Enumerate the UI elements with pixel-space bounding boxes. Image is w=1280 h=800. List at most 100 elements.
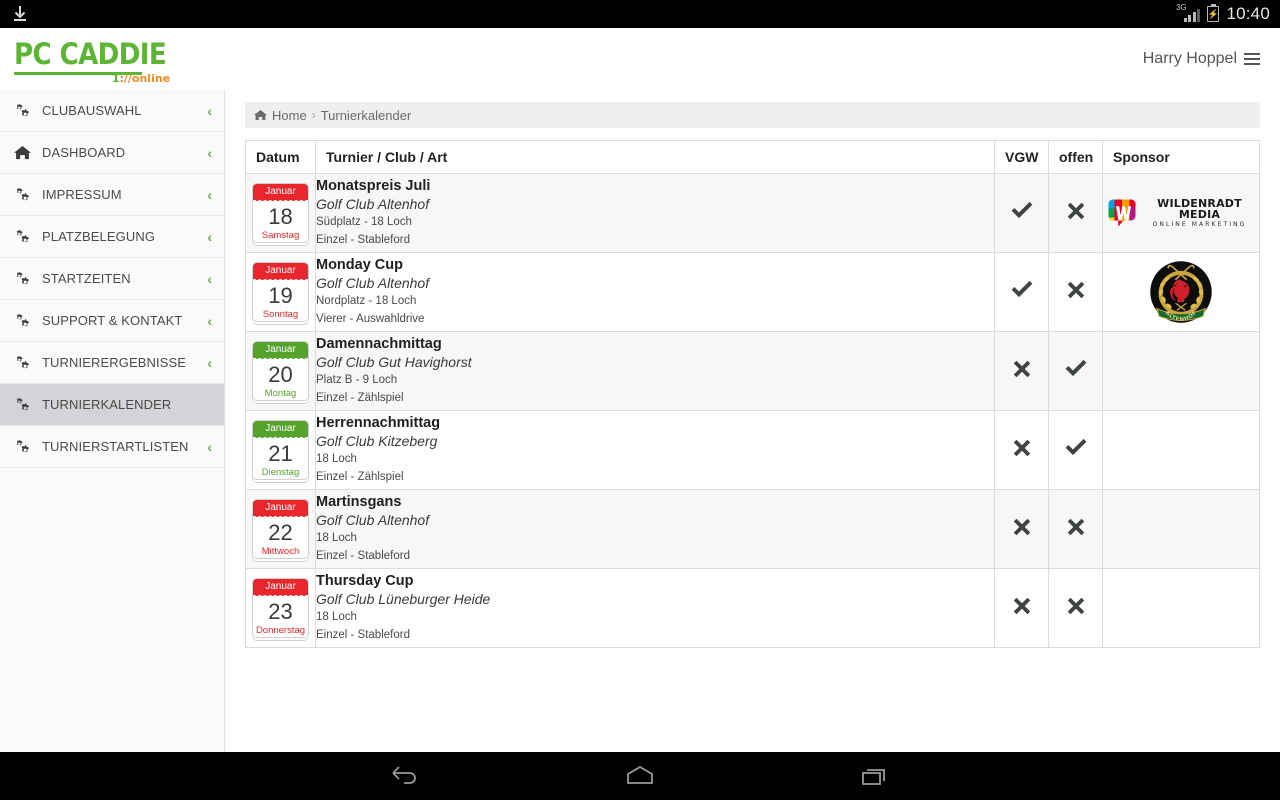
- sidebar-item-turnierkalender[interactable]: TURNIERKALENDER: [0, 384, 224, 426]
- table-row[interactable]: Januar 23 Donnerstag Thursday Cup Golf C…: [245, 568, 1260, 648]
- breadcrumb-separator: ›: [311, 108, 316, 122]
- table-row[interactable]: Januar 22 Mittwoch Martinsgans Golf Club…: [245, 489, 1260, 569]
- home-icon[interactable]: [620, 760, 660, 792]
- sidebar-item-label: TURNIERERGEBNISSE: [42, 355, 187, 370]
- column-header-datum: Datum: [245, 140, 316, 174]
- date-badge-month: Januar: [253, 579, 308, 596]
- tournament-course: 18 Loch: [316, 531, 357, 544]
- table-row[interactable]: Januar 20 Montag Damennachmittag Golf Cl…: [245, 331, 1260, 411]
- date-badge-weekday: Samstag: [261, 230, 300, 241]
- date-badge-weekday: Montag: [264, 388, 297, 399]
- cell-tournament: Herrennachmittag Golf Club Kitzeberg 18 …: [315, 410, 995, 490]
- table-row[interactable]: Januar 19 Sonntag Monday Cup Golf Club A…: [245, 252, 1260, 332]
- back-icon[interactable]: [385, 760, 425, 792]
- date-badge: Januar 23 Donnerstag: [252, 578, 309, 638]
- column-header-sponsor: Sponsor: [1102, 140, 1260, 174]
- sponsor-subtitle: ONLINE MARKETING: [1152, 221, 1247, 229]
- cogs-icon: [14, 439, 31, 455]
- tournament-name: Herrennachmittag: [316, 414, 441, 431]
- cell-tournament: Martinsgans Golf Club Altenhof 18 Loch E…: [315, 489, 995, 569]
- home-icon: [254, 109, 267, 121]
- date-badge: Januar 22 Mittwoch: [252, 499, 309, 559]
- cell-sponsor: [1102, 331, 1260, 411]
- tournament-mode: Einzel - Zählspiel: [316, 470, 404, 483]
- tournament-mode: Einzel - Zählspiel: [316, 391, 404, 404]
- tournament-club: Golf Club Kitzeberg: [316, 432, 438, 449]
- network-type-label: 3G: [1175, 3, 1187, 12]
- cell-offen: [1048, 331, 1103, 411]
- cell-date: Januar 18 Samstag: [245, 173, 316, 253]
- sidebar-item-platzbelegung[interactable]: PLATZBELEGUNG ‹: [0, 216, 224, 258]
- date-badge-month: Januar: [253, 500, 308, 517]
- cell-tournament: Monday Cup Golf Club Altenhof Nordplatz …: [315, 252, 995, 332]
- tournament-name: Thursday Cup: [316, 572, 414, 589]
- sponsor-title: WILDENRADT MEDIA: [1157, 196, 1242, 221]
- sidebar-item-label: DASHBOARD: [42, 145, 126, 160]
- cell-sponsor: [1102, 568, 1260, 648]
- table-row[interactable]: Januar 21 Dienstag Herrennachmittag Golf…: [245, 410, 1260, 490]
- chevron-left-icon: ‹: [207, 186, 212, 203]
- tournament-calendar-table: Datum Turnier / Club / Art VGW offen Spo…: [245, 140, 1260, 648]
- cell-vgw: [994, 568, 1049, 648]
- tournament-course: Südplatz - 18 Loch: [316, 215, 412, 228]
- tournament-mode: Einzel - Stableford: [316, 233, 410, 246]
- check-icon: [1063, 356, 1089, 382]
- sidebar-item-label: PLATZBELEGUNG: [42, 229, 156, 244]
- cogs-icon: [14, 355, 31, 371]
- cell-tournament: Damennachmittag Golf Club Gut Havighorst…: [315, 331, 995, 411]
- date-badge-weekday: Mittwoch: [261, 546, 300, 557]
- sidebar-item-startzeiten[interactable]: STARTZEITEN ‹: [0, 258, 224, 300]
- tournament-mode: Einzel - Stableford: [316, 628, 410, 641]
- cell-vgw: [994, 252, 1049, 332]
- table-body: Januar 18 Samstag Monatspreis Juli Golf …: [245, 173, 1260, 648]
- logo-tagline: 1://online: [112, 73, 170, 84]
- cogs-icon: [14, 187, 31, 203]
- home-icon: [14, 145, 31, 161]
- pc-caddie-logo[interactable]: PC CADDIE 1://online: [14, 39, 170, 84]
- sidebar-item-dashboard[interactable]: DASHBOARD ‹: [0, 132, 224, 174]
- sponsor-logo-wildenradt-media[interactable]: WILDENRADT MEDIA ONLINE MARKETING: [1103, 192, 1259, 235]
- cell-date: Januar 22 Mittwoch: [245, 489, 316, 569]
- hamburger-icon[interactable]: [1244, 53, 1260, 65]
- date-badge-day: 21: [268, 441, 293, 466]
- tournament-name: Martinsgans: [316, 493, 402, 510]
- chevron-left-icon: ‹: [207, 438, 212, 455]
- wildenradt-speech-bubble-icon: [1107, 198, 1137, 228]
- cell-tournament: Monatspreis Juli Golf Club Altenhof Südp…: [315, 173, 995, 253]
- tournament-club: Golf Club Gut Havighorst: [316, 353, 472, 370]
- date-badge-day: 18: [268, 204, 293, 229]
- recent-apps-icon[interactable]: [855, 760, 895, 792]
- check-icon: [1009, 277, 1035, 303]
- signal-bars-icon: 3G: [1175, 3, 1201, 22]
- app-header: PC CADDIE 1://online Harry Hoppel: [0, 28, 1280, 90]
- user-menu[interactable]: Harry Hoppel: [1143, 50, 1260, 68]
- sidebar-item-support-kontakt[interactable]: SUPPORT & KONTAKT ‹: [0, 300, 224, 342]
- cell-offen: [1048, 568, 1103, 648]
- table-row[interactable]: Januar 18 Samstag Monatspreis Juli Golf …: [245, 173, 1260, 253]
- date-badge: Januar 18 Samstag: [252, 183, 309, 243]
- sidebar-item-turnierergebnisse[interactable]: TURNIERERGEBNISSE ‹: [0, 342, 224, 384]
- android-nav-bar: [0, 752, 1280, 800]
- cell-date: Januar 23 Donnerstag: [245, 568, 316, 648]
- cogs-icon: [14, 103, 31, 119]
- cross-icon: [1009, 435, 1035, 461]
- status-bar-right: 3G ⚡ 10:40: [1175, 3, 1270, 24]
- tournament-course: Platz B - 9 Loch: [316, 373, 398, 386]
- cell-date: Januar 20 Montag: [245, 331, 316, 411]
- breadcrumb-home[interactable]: Home: [272, 108, 307, 123]
- sidebar-item-turnierstartlisten[interactable]: TURNIERSTARTLISTEN ‹: [0, 426, 224, 468]
- date-badge-day: 22: [268, 520, 293, 545]
- sidebar-item-label: SUPPORT & KONTAKT: [42, 313, 183, 328]
- sidebar-item-label: STARTZEITEN: [42, 271, 131, 286]
- sidebar-item-label: IMPRESSUM: [42, 187, 122, 202]
- sidebar-item-label: TURNIERSTARTLISTEN: [42, 439, 189, 454]
- sidebar-item-clubauswahl[interactable]: CLUBAUSWAHL ‹: [0, 90, 224, 132]
- tournament-name: Monatspreis Juli: [316, 177, 431, 194]
- sponsor-logo-golf-altenhof-club[interactable]: GOLF ALTENHOF CLUB GOLF ALTENHOF CLUB: [1103, 254, 1259, 330]
- date-badge-weekday: Dienstag: [261, 467, 300, 478]
- sidebar-item-label: TURNIERKALENDER: [42, 397, 172, 412]
- cell-sponsor: [1102, 410, 1260, 490]
- tournament-name: Damennachmittag: [316, 335, 442, 352]
- sidebar-item-impressum[interactable]: IMPRESSUM ‹: [0, 174, 224, 216]
- cross-icon: [1063, 593, 1089, 619]
